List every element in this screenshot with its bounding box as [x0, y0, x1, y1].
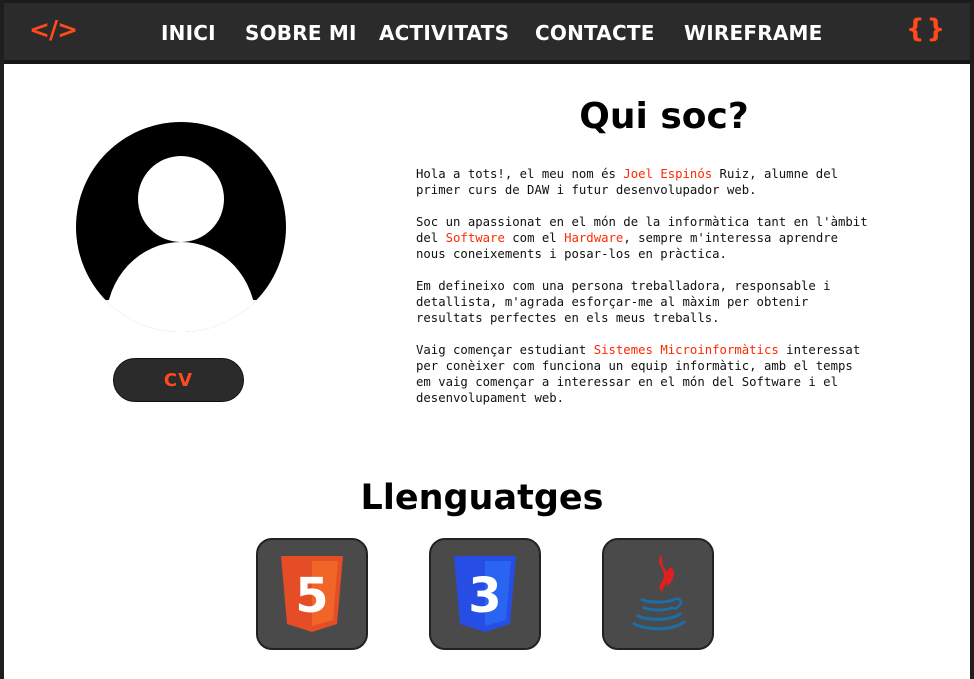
text-line: em vaig començar a interessar en el món … [416, 375, 838, 389]
about-paragraph-2: Soc un apassionat en el món de la inform… [416, 214, 944, 262]
cv-button[interactable]: CV [113, 358, 244, 402]
about-paragraph-1: Hola a tots!, el meu nom és Joel Espinós… [416, 166, 944, 198]
languages-title: Llenguatges [360, 478, 604, 518]
software-highlight: Software [445, 231, 505, 245]
text-segment: com el [504, 231, 565, 245]
navbar: </> INICI SOBRE MI ACTIVITATS CONTACTE W… [0, 0, 974, 64]
studies-highlight: Sistemes Microinformàtics [593, 343, 779, 357]
text-line: detallista, m'agrada esforçar-me al màxi… [416, 295, 809, 309]
html5-label: 5 [295, 568, 328, 624]
nav-link-activitats[interactable]: ACTIVITATS [379, 21, 509, 45]
nav-link-sobre-mi[interactable]: SOBRE MI [245, 21, 357, 45]
text-line: desenvolupament web. [416, 391, 565, 405]
java-card[interactable] [602, 538, 714, 650]
braces-icon: {} [905, 14, 947, 44]
text-line: Soc un apassionat en el món de la inform… [416, 215, 868, 229]
text-segment: interessat [778, 343, 861, 357]
code-logo-icon[interactable]: </> [29, 15, 78, 44]
hardware-highlight: Hardware [564, 231, 624, 245]
about-text: Hola a tots!, el meu nom és Joel Espinós… [416, 166, 944, 422]
text-line: primer curs de DAW i futur desenvolupado… [416, 183, 757, 197]
name-highlight: Joel Espinós [623, 167, 713, 181]
html5-icon: 5 [281, 556, 343, 632]
text-segment: Vaig començar estudiant [416, 343, 594, 357]
text-segment: Hola a tots!, el meu nom és [416, 167, 624, 181]
text-segment: Ruiz, alumne del [712, 167, 838, 181]
text-segment: del [416, 231, 446, 245]
about-paragraph-4: Vaig començar estudiant Sistemes Microin… [416, 342, 944, 406]
text-line: Em defineixo com una persona treballador… [416, 279, 831, 293]
css3-card[interactable]: 3 [429, 538, 541, 650]
about-paragraph-3: Em defineixo com una persona treballador… [416, 278, 944, 326]
avatar-icon [76, 122, 286, 332]
css3-icon: 3 [454, 556, 516, 632]
java-icon [632, 555, 687, 631]
text-line: resultats perfectes en els meus treballs… [416, 311, 720, 325]
text-line: nous coneixements i posar-los en pràctic… [416, 247, 727, 261]
text-line: per conèixer com funciona un equip infor… [416, 359, 853, 373]
html5-card[interactable]: 5 [256, 538, 368, 650]
text-segment: , sempre m'interessa aprendre [623, 231, 839, 245]
css3-label: 3 [468, 568, 501, 624]
nav-link-wireframe[interactable]: WIREFRAME [684, 21, 822, 45]
nav-link-contacte[interactable]: CONTACTE [535, 21, 655, 45]
nav-link-inici[interactable]: INICI [161, 21, 216, 45]
about-title: Qui soc? [579, 96, 749, 137]
